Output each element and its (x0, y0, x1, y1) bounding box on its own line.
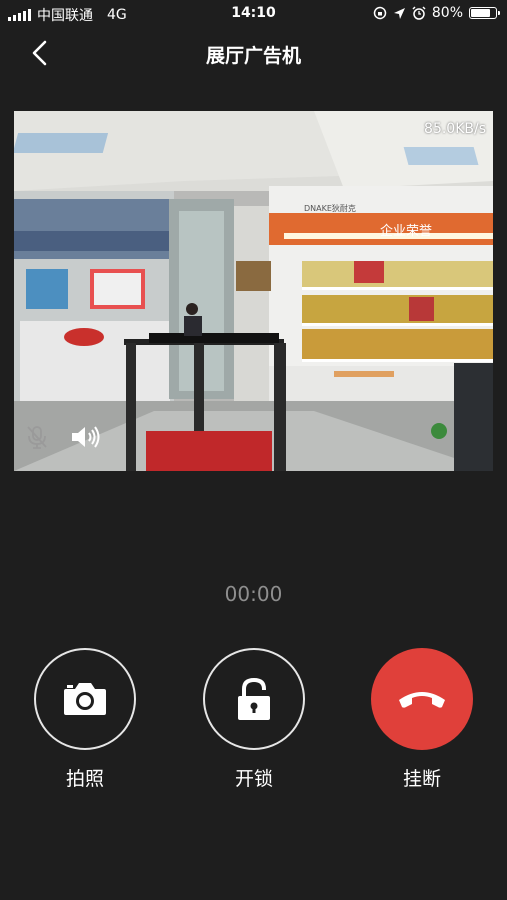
hangup-button[interactable] (371, 648, 473, 750)
unlock-action: 开锁 (203, 648, 305, 791)
camera-image: 企业荣誉 DNAKE狄耐克 (14, 111, 493, 471)
unlock-label: 开锁 (234, 768, 273, 790)
camera-icon (64, 683, 106, 715)
hangup-action: 挂断 (371, 648, 473, 791)
unlock-icon (238, 677, 270, 720)
location-icon (393, 7, 405, 19)
photo-button[interactable] (34, 648, 136, 750)
call-timer: 00:00 (224, 582, 283, 606)
speaker-icon[interactable] (70, 424, 102, 450)
battery-percent: 80% (431, 5, 463, 21)
banner-text: 企业荣誉 (380, 223, 432, 239)
bitrate-label: 85.0KB/s (424, 121, 486, 137)
video-feed: 企业荣誉 DNAKE狄耐克 85.0KB/s (14, 111, 493, 471)
status-bar: 中国联通 4G 14:10 80% (0, 0, 507, 28)
photo-action: 拍照 (34, 648, 136, 791)
battery-icon (469, 7, 500, 19)
brand-text: DNAKE狄耐克 (304, 203, 356, 213)
hangup-label: 挂断 (402, 768, 441, 790)
page-title: 展厅广告机 (205, 45, 301, 67)
mic-muted-icon[interactable] (24, 424, 50, 450)
hangup-icon (399, 692, 445, 708)
unlock-button[interactable] (203, 648, 305, 750)
nav-bar: 展厅广告机 (0, 28, 507, 78)
photo-label: 拍照 (65, 768, 104, 790)
alarm-icon (412, 6, 426, 20)
rotation-lock-icon (373, 6, 387, 20)
